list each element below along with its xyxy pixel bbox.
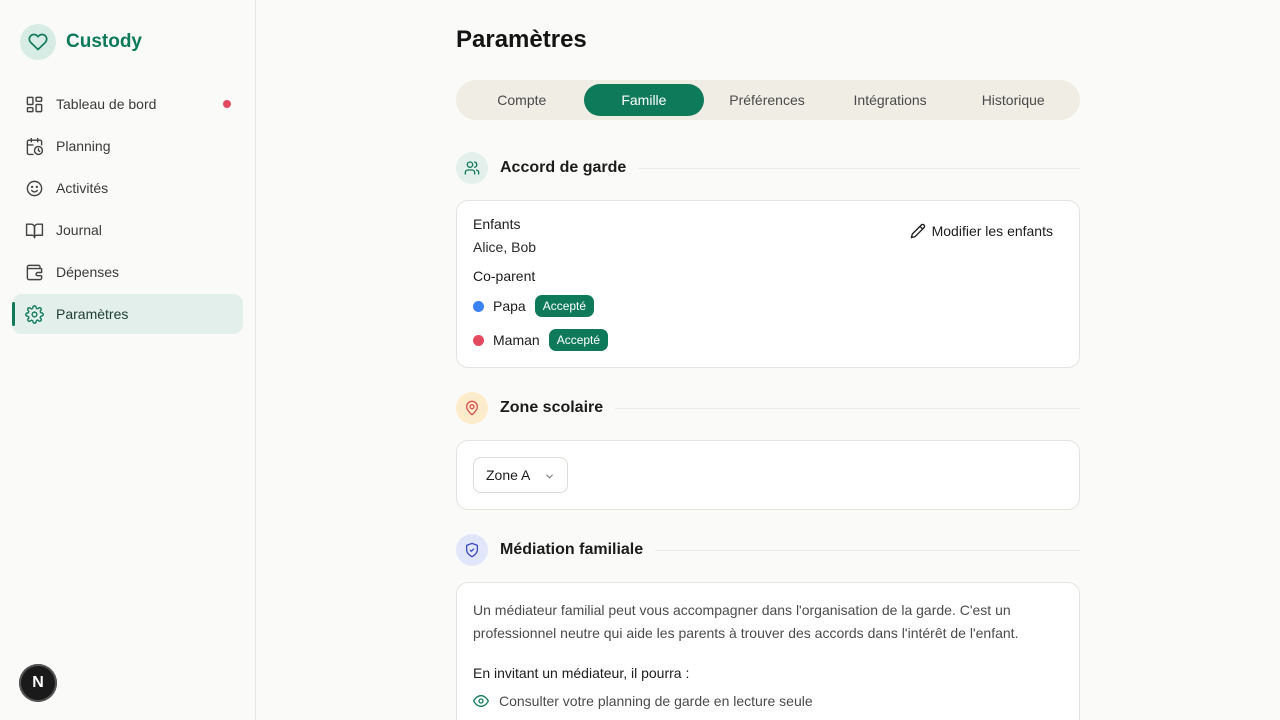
wallet-icon	[24, 262, 44, 282]
sidebar-item-tableau-de-bord[interactable]: Tableau de bord	[12, 84, 243, 124]
tab-compte[interactable]: Compte	[460, 84, 584, 116]
sidebar-item-parametres[interactable]: Paramètres	[12, 294, 243, 334]
sidebar-item-label: Journal	[56, 222, 102, 238]
mediation-capability-item: Consulter votre planning de garde en lec…	[473, 693, 813, 709]
map-pin-icon	[456, 392, 488, 424]
heart-icon	[20, 24, 56, 60]
parent-color-dot	[473, 334, 484, 346]
divider	[638, 167, 1080, 169]
section-title: Accord de garde	[500, 159, 627, 176]
tab-preferences[interactable]: Préférences	[704, 84, 830, 116]
users-icon	[456, 152, 488, 184]
smile-icon	[24, 178, 44, 198]
eye-icon	[473, 694, 489, 708]
sidebar-item-label: Paramètres	[56, 306, 129, 322]
status-badge: Accepté	[534, 295, 595, 317]
sidebar-item-label: Dépenses	[56, 264, 120, 280]
dashboard-icon	[24, 94, 44, 114]
divider	[615, 407, 1080, 409]
edit-children-label: Modifier les enfants	[931, 223, 1053, 239]
section-title: Zone scolaire	[500, 399, 604, 416]
parent-name: Maman	[493, 332, 540, 348]
children-value: Alice, Bob	[473, 239, 537, 255]
sidebar-item-label: Planning	[56, 138, 111, 154]
parent-name: Papa	[493, 298, 526, 314]
notification-dot	[223, 100, 231, 108]
divider	[655, 549, 1080, 551]
parent-color-dot	[473, 300, 484, 312]
tab-famille[interactable]: Famille	[583, 84, 705, 116]
edit-children-button[interactable]: Modifier les enfants	[910, 223, 1053, 239]
parent-row: Maman Accepté	[473, 329, 609, 351]
coparent-label: Co-parent	[473, 268, 536, 284]
children-label: Enfants	[473, 216, 521, 232]
book-icon	[24, 220, 44, 240]
shield-check-icon	[456, 534, 488, 566]
school-zone-select[interactable]: Zone A	[473, 457, 568, 493]
mediation-description: Un médiateur familial peut vous accompag…	[473, 602, 1019, 641]
chevron-down-icon	[546, 474, 553, 479]
sidebar-item-label: Tableau de bord	[56, 96, 157, 112]
sidebar-nav: Tableau de bord Planning Activités Journ…	[12, 84, 243, 336]
school-zone-value: Zone A	[486, 467, 531, 483]
sidebar-item-planning[interactable]: Planning	[12, 126, 243, 166]
settings-tabs: Compte Famille Préférences Intégrations …	[456, 80, 1080, 120]
school-zone-card: Zone A	[456, 440, 1080, 510]
section-title: Médiation familiale	[500, 541, 644, 558]
page-title: Paramètres	[456, 26, 587, 53]
tab-integrations[interactable]: Intégrations	[830, 84, 951, 116]
app-name: Custody	[66, 31, 142, 52]
parent-row: Papa Accepté	[473, 295, 595, 317]
sidebar: Custody Tableau de bord Planning Activit…	[0, 0, 256, 720]
mediation-subtitle: En invitant un médiateur, il pourra :	[473, 665, 690, 681]
sidebar-item-journal[interactable]: Journal	[12, 210, 243, 250]
user-avatar[interactable]: N	[19, 664, 57, 702]
sidebar-item-label: Activités	[56, 180, 109, 196]
calendar-clock-icon	[24, 136, 44, 156]
tab-historique[interactable]: Historique	[950, 84, 1076, 116]
brand[interactable]: Custody	[20, 24, 142, 60]
mediation-card: Un médiateur familial peut vous accompag…	[456, 582, 1080, 720]
sidebar-item-depenses[interactable]: Dépenses	[12, 252, 243, 292]
section-header-school-zone: Zone scolaire	[456, 392, 1080, 424]
section-header-mediation: Médiation familiale	[456, 534, 1080, 566]
mediation-capability-label: Consulter votre planning de garde en lec…	[499, 693, 813, 709]
sidebar-item-activites[interactable]: Activités	[12, 168, 243, 208]
gear-icon	[24, 304, 44, 324]
custody-card: Enfants Alice, Bob Modifier les enfants …	[456, 200, 1080, 368]
status-badge: Accepté	[548, 329, 609, 351]
section-header-custody: Accord de garde	[456, 152, 1080, 184]
pencil-icon	[910, 223, 925, 239]
